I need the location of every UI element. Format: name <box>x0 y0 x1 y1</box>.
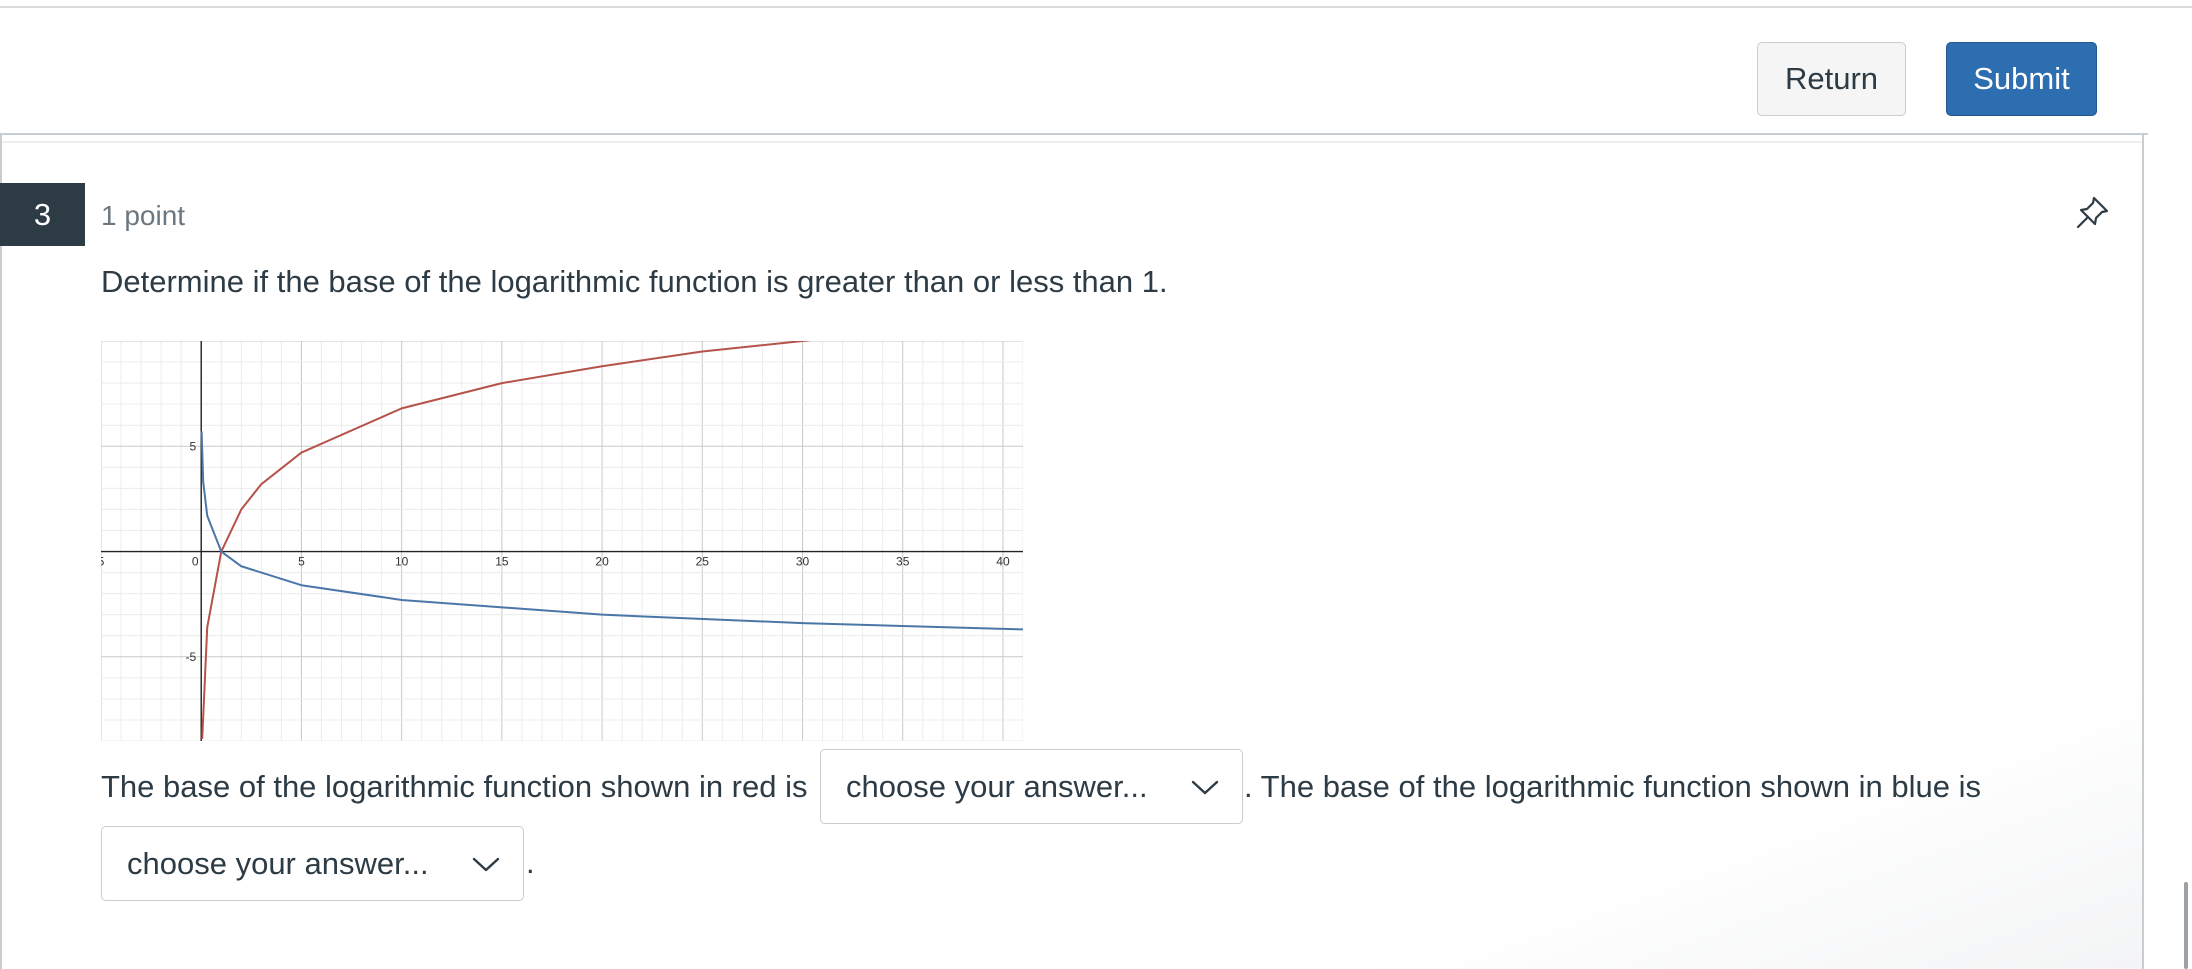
chevron-down-icon <box>1191 780 1219 795</box>
log-function-graph: 5 0 5 10 15 20 25 30 35 40 5 -5 <box>101 341 1023 741</box>
red-base-select[interactable]: choose your answer... <box>820 749 1243 824</box>
answer-sentence-end: . <box>526 845 535 880</box>
question-points: 1 point <box>101 200 186 231</box>
scrollbar-thumb[interactable] <box>2184 882 2188 969</box>
x-tick-label: 10 <box>395 555 409 569</box>
x-tick-label: 25 <box>696 555 710 569</box>
blue-base-select-value: choose your answer... <box>127 846 429 881</box>
question-number: 3 <box>0 183 85 246</box>
return-button[interactable]: Return <box>1757 42 1906 116</box>
x-tick-label: 40 <box>996 555 1010 569</box>
x-tick-label: 5 <box>101 555 105 569</box>
answer-sentence-blue: . The base of the logarithmic function s… <box>1244 769 1981 804</box>
x-tick-label: 0 <box>192 555 199 569</box>
question-prompt: Determine if the base of the logarithmic… <box>101 264 1168 299</box>
x-tick-label: 20 <box>595 555 609 569</box>
pin-icon[interactable] <box>2072 193 2112 233</box>
submit-button[interactable]: Submit <box>1946 42 2097 116</box>
x-tick-label: 30 <box>796 555 810 569</box>
chevron-down-icon <box>472 857 500 872</box>
x-tick-label: 35 <box>896 555 910 569</box>
scrollbar[interactable] <box>2182 0 2192 969</box>
blue-base-select[interactable]: choose your answer... <box>101 826 524 901</box>
x-tick-label: 5 <box>298 555 305 569</box>
answer-sentence-red: The base of the logarithmic function sho… <box>101 769 808 804</box>
y-tick-label: -5 <box>186 650 197 664</box>
quiz-header: Return Submit <box>0 8 2192 134</box>
panel-top-rule <box>2 141 2142 143</box>
red-base-select-value: choose your answer... <box>846 769 1148 804</box>
x-tick-label: 15 <box>495 555 509 569</box>
y-tick-label: 5 <box>190 439 197 453</box>
